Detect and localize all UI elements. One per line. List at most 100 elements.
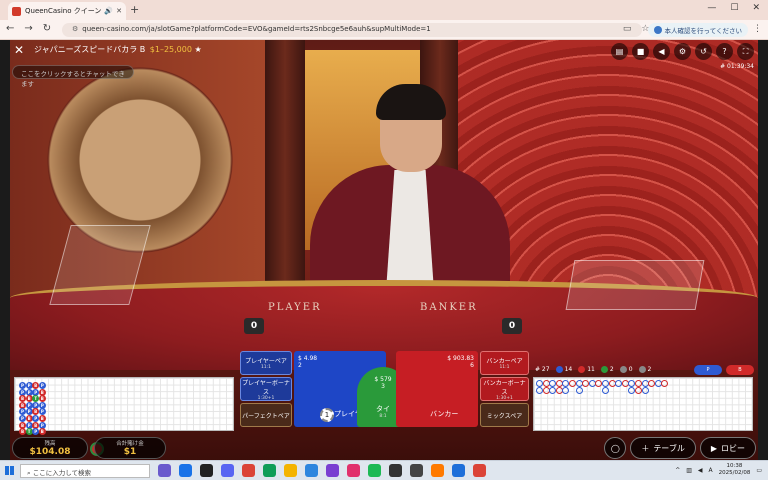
bet-label: プレイヤーボーナス xyxy=(242,379,290,396)
chat-icon[interactable]: ▤ xyxy=(611,43,628,60)
bet-label: ミックスペア xyxy=(486,412,523,420)
taskbar-search[interactable]: ⌕ ここに入力して検索 xyxy=(20,464,150,478)
sound-icon[interactable]: ◀ xyxy=(653,43,670,60)
windows-start-icon[interactable] xyxy=(5,466,14,475)
banker-wins: 11 xyxy=(587,366,595,373)
chip[interactable]: 1 xyxy=(320,408,334,422)
close-window-icon[interactable]: ✕ xyxy=(752,3,760,13)
app-icon[interactable] xyxy=(326,464,339,477)
chat-bubble-button[interactable]: ◯ xyxy=(604,437,627,459)
round-timecode: # 01:39:34 xyxy=(720,63,754,70)
new-tab-icon[interactable]: + xyxy=(130,3,139,16)
road-predictions: P B xyxy=(694,365,754,375)
app-icon[interactable] xyxy=(368,464,381,477)
mix-pair-bet[interactable]: ミックスペア xyxy=(480,403,529,427)
speaker-icon[interactable]: 🔊 xyxy=(104,7,113,15)
app-icon[interactable] xyxy=(389,464,402,477)
profile-chip[interactable]: 本人確認を行ってください xyxy=(647,23,748,37)
lobby-button[interactable]: ▶ ロビー xyxy=(699,437,756,459)
app-icon[interactable] xyxy=(179,464,192,477)
cast-icon[interactable]: ▭ xyxy=(623,24,632,34)
history-icon[interactable]: ↺ xyxy=(695,43,712,60)
player-pair-stat: 0 xyxy=(619,366,633,373)
back-icon[interactable]: ← xyxy=(6,23,14,34)
bet-odds: 11:1 xyxy=(499,365,510,370)
folder-icon[interactable] xyxy=(284,464,297,477)
chrome-icon[interactable] xyxy=(242,464,255,477)
url-field[interactable]: ⚙ queen-casino.com/ja/slotGame?platformCo… xyxy=(62,23,642,37)
edge-icon[interactable] xyxy=(263,464,276,477)
player-wins: 14 xyxy=(564,366,573,373)
browser-tab[interactable]: QueenCasino クイーンカジノ 🔊 ✕ xyxy=(8,2,126,20)
minimize-icon[interactable]: — xyxy=(707,3,716,13)
plus-icon: ＋ xyxy=(641,443,650,453)
profile-label: 本人確認を行ってください xyxy=(664,27,742,35)
player-amount: $ 4.98 xyxy=(298,355,318,362)
bead-road-cell: P xyxy=(38,382,46,389)
app-icon[interactable] xyxy=(158,464,171,477)
tie-amount: $ 579 xyxy=(374,375,392,383)
perfect-pair-bet[interactable]: パーフェクトペア xyxy=(240,403,292,427)
bet-label: バンカーペア xyxy=(486,358,523,365)
bead-road-cell: B xyxy=(38,415,46,422)
banker-bet[interactable]: $ 903.83 6 バンカー xyxy=(396,351,478,427)
big-road xyxy=(533,377,753,431)
favorite-icon[interactable]: ★ xyxy=(195,45,202,54)
player-pair-bet[interactable]: プレイヤーペア 11:1 xyxy=(240,351,292,375)
banker-predict-button[interactable]: B xyxy=(726,365,754,375)
app-icon[interactable] xyxy=(221,464,234,477)
banker-pair-bet[interactable]: バンカーペア 11:1 xyxy=(480,351,529,375)
bet-odds: 8:1 xyxy=(379,413,387,419)
banker-dot-icon xyxy=(578,366,586,373)
notifications-icon[interactable]: ▭ xyxy=(756,467,762,474)
app-icon[interactable] xyxy=(473,464,486,477)
site-info-icon[interactable]: ⚙ xyxy=(72,25,78,33)
app-icon[interactable] xyxy=(305,464,318,477)
balance-value: $104.08 xyxy=(29,447,71,457)
big-road-cell xyxy=(575,386,583,394)
banker-bonus-bet[interactable]: バンカーボーナス 1:30+1 xyxy=(480,377,529,401)
app-icon[interactable] xyxy=(452,464,465,477)
chat-bubble-icon: ◯ xyxy=(610,443,620,453)
tray-chevron-icon[interactable]: ^ xyxy=(675,467,680,474)
tie-count: 3 xyxy=(381,382,385,390)
player-predict-button[interactable]: P xyxy=(694,365,722,375)
banker-table-label: BANKER xyxy=(420,302,478,313)
pair-dot-icon xyxy=(638,366,646,373)
maximize-icon[interactable]: ☐ xyxy=(730,3,738,13)
forward-icon[interactable]: → xyxy=(24,23,32,34)
player-bonus-bet[interactable]: プレイヤーボーナス 1:30+1 xyxy=(240,377,292,401)
app-icon[interactable] xyxy=(347,464,360,477)
tie-stat: 2 xyxy=(600,366,614,373)
bet-label: バンカーボーナス xyxy=(483,379,526,396)
fullscreen-icon[interactable]: ⛶ xyxy=(737,43,754,60)
close-game-icon[interactable]: ✕ xyxy=(14,44,28,58)
app-icon[interactable] xyxy=(431,464,444,477)
bead-road-cell: B xyxy=(19,428,26,436)
bet-limits: $1–25,000 xyxy=(149,45,192,54)
ime-icon[interactable]: A xyxy=(709,467,713,474)
network-icon[interactable]: ▥ xyxy=(686,467,692,474)
bet-label: タイ xyxy=(376,404,390,413)
add-table-button[interactable]: ＋テーブル xyxy=(630,437,696,459)
clock[interactable]: 10:38 2025/02/08 xyxy=(719,463,751,477)
game-toolbar: ▤ ■ ◀ ⚙ ↺ ? ⛶ xyxy=(611,43,754,60)
close-tab-icon[interactable]: ✕ xyxy=(116,7,122,15)
banker-amount: $ 903.83 xyxy=(447,355,474,362)
settings-icon[interactable]: ⚙ xyxy=(674,43,691,60)
app-icon[interactable] xyxy=(200,464,213,477)
browser-menu-icon[interactable]: ⋮ xyxy=(753,24,762,34)
app-icon[interactable] xyxy=(410,464,423,477)
video-icon[interactable]: ■ xyxy=(632,43,649,60)
total-bet-label: 合計賭け金 xyxy=(116,441,144,447)
volume-icon[interactable]: ◀ xyxy=(698,467,703,474)
nav-buttons: ← → ↻ xyxy=(6,23,51,34)
big-road-cell xyxy=(602,386,609,394)
chat-input[interactable]: ここをクリックするとチャットできます xyxy=(12,65,134,88)
avatar xyxy=(653,26,662,34)
help-icon[interactable]: ? xyxy=(716,43,733,60)
address-bar-row: ← → ↻ ⚙ queen-casino.com/ja/slotGame?plat… xyxy=(0,20,768,40)
balance-display: 残高 $104.08 xyxy=(12,437,88,459)
player-score: 0 xyxy=(244,318,264,334)
reload-icon[interactable]: ↻ xyxy=(43,23,51,34)
